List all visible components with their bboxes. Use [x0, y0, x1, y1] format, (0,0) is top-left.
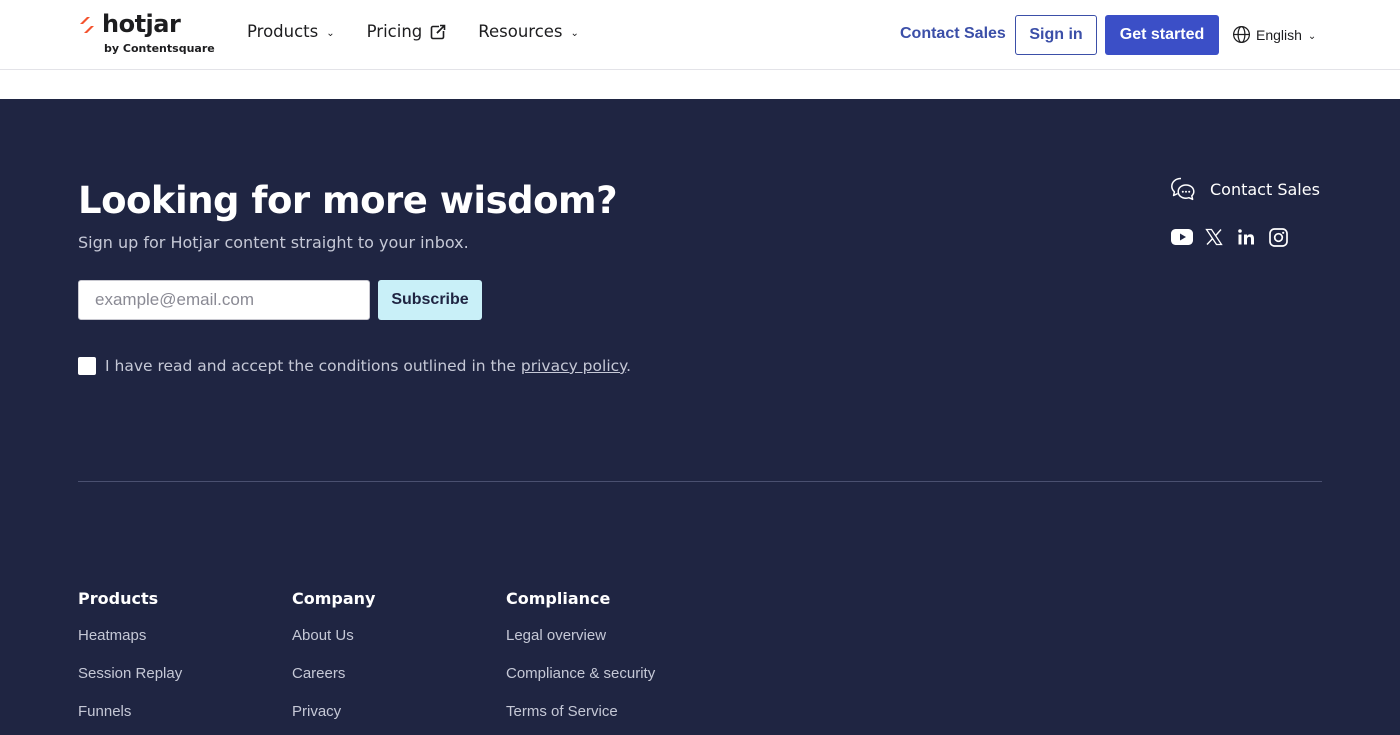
consent-prefix: I have read and accept the conditions ou… [105, 357, 521, 375]
logo-subtitle: by Contentsquare [104, 42, 215, 55]
chevron-down-icon: ⌄ [326, 28, 335, 39]
site-header: hotjar by Contentsquare Products ⌄ Prici… [0, 0, 1400, 70]
footer-column-title: Products [78, 589, 159, 608]
youtube-icon[interactable] [1171, 226, 1193, 248]
chevron-down-icon: ⌄ [570, 28, 579, 39]
consent-suffix: . [626, 357, 632, 375]
footer-column-title: Company [292, 589, 376, 608]
footer-link-heatmaps[interactable]: Heatmaps [78, 627, 182, 644]
linkedin-icon[interactable] [1235, 226, 1257, 248]
footer-column-title: Compliance [506, 589, 611, 608]
footer-link-privacy[interactable]: Privacy [292, 703, 375, 720]
privacy-consent: I have read and accept the conditions ou… [78, 357, 631, 375]
nav-products-label: Products [247, 22, 319, 41]
hotjar-logo[interactable]: hotjar by Contentsquare [78, 10, 218, 58]
footer-link-terms-of-service[interactable]: Terms of Service [506, 703, 655, 720]
site-footer: Looking for more wisdom? Sign up for Hot… [0, 99, 1400, 735]
newsletter-subline: Sign up for Hotjar content straight to y… [78, 233, 469, 252]
get-started-button[interactable]: Get started [1105, 15, 1219, 55]
footer-column-products: Products Heatmaps Session Replay Funnels [78, 589, 182, 735]
social-links [1171, 226, 1299, 248]
instagram-icon[interactable] [1267, 226, 1289, 248]
header-actions: Contact Sales Sign in Get started Englis… [900, 15, 1400, 55]
footer-contact-sales[interactable]: Contact Sales [1170, 176, 1320, 202]
logo-wordmark: hotjar [102, 10, 181, 38]
subscribe-button[interactable]: Subscribe [378, 280, 482, 320]
contact-sales-link[interactable]: Contact Sales [900, 25, 1006, 43]
newsletter-headline: Looking for more wisdom? [78, 179, 618, 222]
privacy-policy-link[interactable]: privacy policy [521, 357, 626, 375]
consent-text: I have read and accept the conditions ou… [105, 357, 631, 375]
nav-products[interactable]: Products ⌄ [247, 22, 335, 41]
chevron-down-icon: ⌄ [1307, 30, 1317, 42]
language-label: English [1256, 26, 1302, 43]
chat-bubbles-icon [1171, 177, 1195, 201]
footer-link-funnels[interactable]: Funnels [78, 703, 182, 720]
privacy-checkbox[interactable] [78, 357, 96, 375]
footer-link-about-us[interactable]: About Us [292, 627, 375, 644]
language-selector[interactable]: English ⌄ [1232, 25, 1316, 44]
footer-contact-sales-label: Contact Sales [1210, 179, 1320, 199]
footer-column-company: Company About Us Careers Privacy [292, 589, 375, 735]
globe-icon [1232, 25, 1251, 44]
footer-link-session-replay[interactable]: Session Replay [78, 665, 182, 682]
main-nav: Products ⌄ Pricing Resources ⌄ [247, 22, 611, 41]
nav-resources[interactable]: Resources ⌄ [478, 22, 579, 41]
footer-link-compliance-security[interactable]: Compliance & security [506, 665, 655, 682]
external-link-icon [430, 23, 447, 39]
hotjar-logo-mark-icon [80, 17, 94, 33]
sign-in-button[interactable]: Sign in [1015, 15, 1097, 55]
nav-pricing[interactable]: Pricing [367, 22, 447, 41]
nav-resources-label: Resources [478, 22, 563, 41]
nav-pricing-label: Pricing [366, 22, 423, 41]
footer-divider [78, 481, 1322, 482]
email-input[interactable] [78, 280, 370, 320]
footer-column-compliance: Compliance Legal overview Compliance & s… [506, 589, 655, 735]
footer-link-careers[interactable]: Careers [292, 665, 375, 682]
footer-link-legal-overview[interactable]: Legal overview [506, 627, 655, 644]
x-icon[interactable] [1203, 226, 1225, 248]
